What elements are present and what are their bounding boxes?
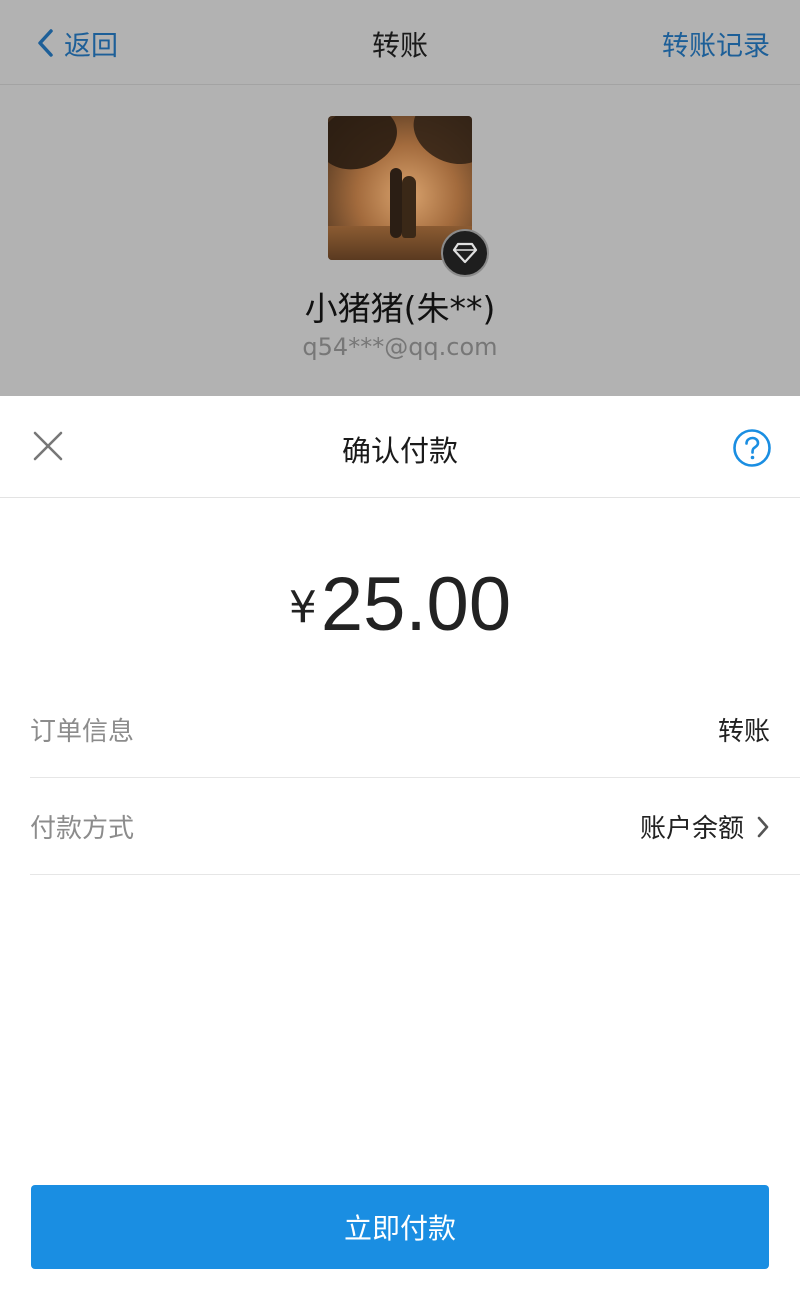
order-info-row: 订单信息 转账: [30, 681, 800, 778]
payment-method-label: 付款方式: [30, 814, 135, 844]
recipient-account: q54***@qq.com: [302, 333, 498, 361]
chevron-right-icon: [757, 816, 769, 837]
order-info-label: 订单信息: [30, 717, 135, 747]
payment-amount: ¥25.00: [0, 561, 800, 648]
pay-now-button[interactable]: 立即付款: [31, 1185, 769, 1269]
currency-symbol: ¥: [288, 582, 317, 633]
sheet-header: 确认付款: [0, 396, 800, 498]
payment-confirm-sheet: 确认付款 ¥25.00 订单信息 转账 付款方式 账户余额 立即付款: [0, 396, 800, 1299]
top-navbar: 返回 转账 转账记录: [0, 0, 800, 85]
sheet-title: 确认付款: [341, 434, 458, 468]
vip-diamond-icon: [441, 229, 489, 277]
payment-method-text: 账户余额: [639, 814, 744, 844]
dimmed-background: 返回 转账 转账记录 小猪猪(朱**) q54***@qq.com: [0, 0, 800, 396]
recipient-avatar-container: [328, 116, 489, 277]
payment-method-value[interactable]: 账户余额: [640, 808, 770, 845]
order-info-value: 转账: [718, 711, 770, 748]
amount-value: 25.00: [320, 562, 512, 647]
order-info-text: 转账: [717, 717, 770, 747]
recipient-name: 小猪猪(朱**): [304, 289, 496, 328]
help-icon[interactable]: [732, 428, 772, 468]
transfer-history-link[interactable]: 转账记录: [662, 24, 770, 63]
payment-method-row[interactable]: 付款方式 账户余额: [30, 778, 800, 875]
